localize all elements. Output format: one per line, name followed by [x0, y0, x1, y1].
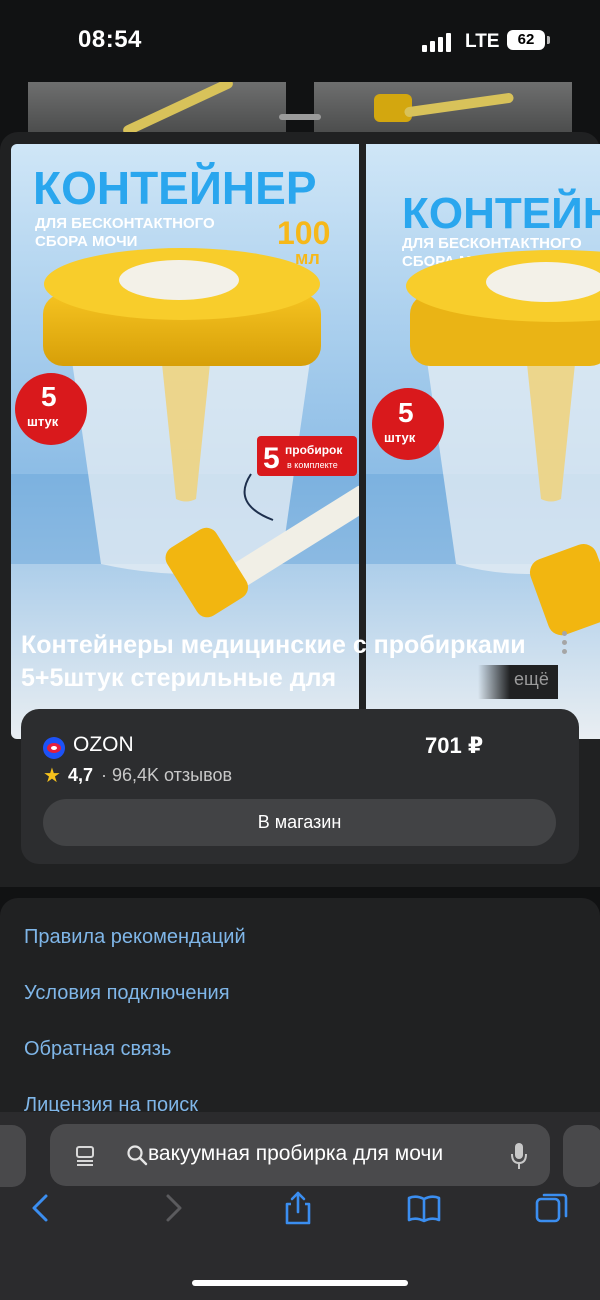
tabs-icon[interactable]	[534, 1190, 570, 1226]
image-headline: КОНТЕЙНЕР	[33, 162, 317, 214]
link-feedback[interactable]: Обратная связь	[24, 1038, 171, 1061]
shop-name: OZON	[73, 733, 134, 756]
price: 701 ₽	[425, 733, 484, 758]
battery-nub	[547, 36, 550, 44]
more-options-icon[interactable]	[555, 629, 575, 659]
address-bar[interactable]: вакуумная пробирка для мочи	[50, 1124, 550, 1186]
address-text[interactable]: вакуумная пробирка для мочи	[148, 1142, 443, 1166]
previous-product-image[interactable]	[28, 82, 286, 134]
bookmarks-icon[interactable]	[406, 1190, 442, 1226]
status-bar: 08:54 LTE 62	[0, 0, 600, 82]
image-count-unit: штук	[27, 414, 59, 429]
previous-tab-preview[interactable]	[0, 1125, 26, 1187]
product-title[interactable]: Контейнеры медицинские с пробирками 5+5ш…	[21, 629, 541, 695]
link-connection-terms[interactable]: Условия подключения	[24, 982, 230, 1005]
image-subtitle-1: ДЛЯ БЕСКОНТАКТНОГО	[35, 215, 215, 232]
link-recommendation-rules[interactable]: Правила рекомендаций	[24, 926, 246, 949]
status-time: 08:54	[78, 26, 142, 53]
microphone-icon[interactable]	[510, 1142, 528, 1170]
image-tubes-label: пробирок	[285, 443, 343, 457]
previous-product-image[interactable]	[314, 82, 572, 134]
title-more-link[interactable]: ещё	[514, 669, 549, 690]
go-to-store-button[interactable]: В магазин	[43, 799, 556, 846]
image-count: 5	[41, 381, 57, 412]
reviews-count: · 96,4K отзывов	[101, 765, 233, 785]
rating-value: 4,7	[68, 765, 94, 785]
offer-card: OZON 701 ₽ ★ 4,7 · 96,4K отзывов В магаз…	[21, 709, 579, 864]
ozon-logo-icon	[43, 737, 65, 759]
next-tab-preview[interactable]	[563, 1125, 600, 1187]
page-format-icon[interactable]	[74, 1144, 96, 1166]
image-tubes-count: 5	[263, 442, 280, 475]
footer-links: Правила рекомендаций Условия подключения…	[0, 898, 600, 1138]
cellular-signal-icon	[422, 32, 456, 52]
previous-results-strip	[28, 82, 572, 134]
image-headline: КОНТЕЙНЕР	[402, 187, 600, 238]
image-tubes-label-2: в комплекте	[287, 460, 338, 470]
share-icon[interactable]	[280, 1190, 316, 1226]
home-indicator[interactable]	[192, 1280, 408, 1286]
image-volume: 100	[277, 215, 330, 251]
battery-icon: 62	[507, 30, 545, 50]
star-icon: ★	[43, 765, 61, 787]
image-count: 5	[398, 397, 414, 428]
image-subtitle-2: СБОРА МОЧИ	[35, 233, 137, 250]
forward-icon[interactable]	[154, 1190, 190, 1226]
sheet-grab-handle[interactable]	[279, 114, 321, 120]
network-type: LTE	[465, 31, 500, 52]
search-icon	[127, 1145, 148, 1166]
image-subtitle-1: ДЛЯ БЕСКОНТАКТНОГО	[402, 235, 582, 252]
image-count-unit: штук	[384, 430, 416, 445]
product-sheet: КОНТЕЙНЕР ДЛЯ БЕСКОНТАКТНОГО СБОРА МОЧИ …	[0, 132, 600, 887]
back-icon[interactable]	[24, 1190, 60, 1226]
